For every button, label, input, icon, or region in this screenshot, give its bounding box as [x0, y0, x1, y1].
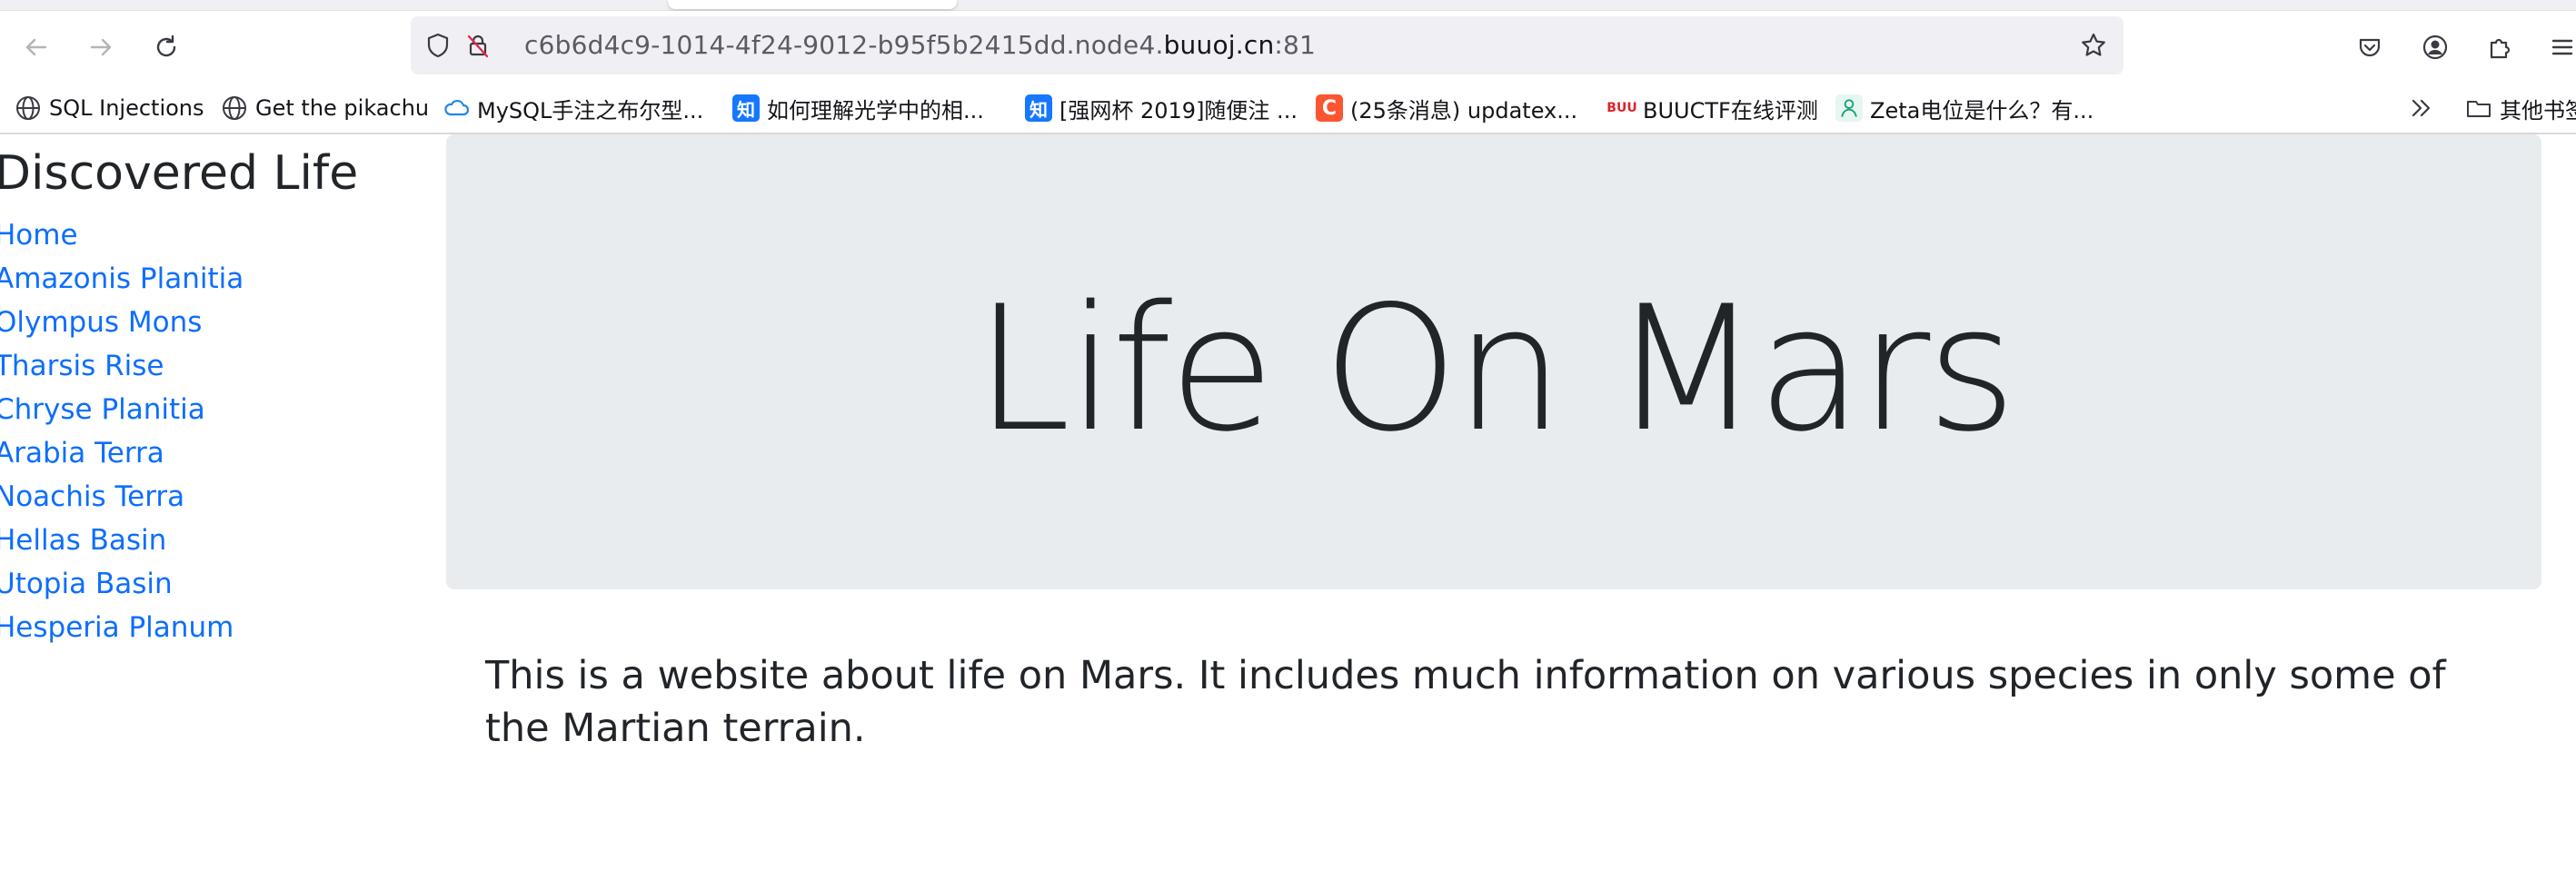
hero-banner: Life On Mars — [446, 134, 2541, 589]
browser-toolbar: c6b6d4c9-1014-4f24-9012-b95f5b2415dd.nod… — [0, 11, 2576, 84]
bookmark-item[interactable]: Get the pikachu — [221, 91, 429, 125]
reload-button[interactable] — [139, 11, 194, 84]
sidebar-item: Arabia Terra — [0, 431, 244, 475]
sidebar-link-hellas-basin[interactable]: Hellas Basin — [0, 524, 166, 557]
sidebar-item: Utopia Basin — [0, 562, 244, 606]
menu-button[interactable] — [2535, 11, 2576, 84]
sidebar-item: Hesperia Planum — [0, 606, 244, 649]
puzzle-icon — [2490, 38, 2511, 59]
bookmark-item[interactable]: 知 如何理解光学中的相... — [732, 91, 984, 125]
sidebar-link-hesperia-planum[interactable]: Hesperia Planum — [0, 611, 234, 644]
sidebar-link-arabia-terra[interactable]: Arabia Terra — [0, 437, 164, 470]
chevron-double-right-icon — [2412, 99, 2431, 117]
address-bar[interactable]: c6b6d4c9-1014-4f24-9012-b95f5b2415dd.nod… — [411, 16, 2123, 74]
bookmarks-toolbar: SQL Injections Get the pikachu MySQL手注之布… — [0, 84, 2576, 134]
intro-paragraph: This is a website about life on Mars. It… — [485, 653, 2446, 751]
bookmark-item[interactable]: Zeta电位是什么？有... — [1835, 91, 2094, 125]
sidebar-link-tharsis-rise[interactable]: Tharsis Rise — [0, 350, 164, 382]
active-tab[interactable] — [668, 0, 957, 9]
page-viewport: Discovered Life Home Amazonis Planitia O… — [0, 134, 2576, 890]
bookmark-item[interactable]: BUU BUUCTF在线评测 — [1606, 91, 1818, 125]
bookmark-item[interactable]: C (25条消息) updatex... — [1316, 91, 1577, 125]
folder-icon — [2465, 94, 2492, 122]
bookmark-item[interactable]: 知 [强网杯 2019]随便注 ... — [1025, 91, 1298, 125]
zeta-icon — [1835, 94, 1863, 122]
sidebar-item: Amazonis Planitia — [0, 257, 244, 301]
sidebar-title: Discovered Life — [0, 146, 359, 201]
hamburger-icon — [2551, 39, 2573, 55]
tab-strip — [0, 0, 2576, 11]
forward-arrow-icon — [90, 38, 112, 56]
star-bookmark-icon[interactable] — [2079, 31, 2108, 60]
reload-icon — [156, 35, 176, 57]
sidebar-link-utopia-basin[interactable]: Utopia Basin — [0, 568, 173, 600]
sidebar-item: Olympus Mons — [0, 301, 244, 344]
sidebar-item: Chryse Planitia — [0, 388, 244, 431]
globe-icon — [15, 94, 42, 122]
back-arrow-icon — [25, 38, 47, 56]
back-button[interactable] — [9, 11, 64, 84]
buuctf-icon: BUU — [1606, 101, 1637, 115]
other-bookmarks-folder[interactable]: 其他书签 — [2465, 91, 2576, 125]
bookmark-label: (25条消息) updatex... — [1350, 97, 1578, 124]
bookmark-label: SQL Injections — [49, 95, 204, 121]
sidebar-link-home[interactable]: Home — [0, 219, 78, 252]
bookmark-label: BUUCTF在线评测 — [1643, 97, 1818, 124]
cloud-icon — [443, 94, 470, 122]
pocket-icon — [2359, 38, 2381, 57]
sidebar-link-noachis-terra[interactable]: Noachis Terra — [0, 480, 184, 513]
csdn-icon: C — [1316, 94, 1343, 122]
bookmark-label: Zeta电位是什么？有... — [1870, 97, 2094, 124]
bookmark-label: MySQL手注之布尔型... — [477, 97, 704, 124]
sidebar-item: Tharsis Rise — [0, 344, 244, 388]
zhihu-icon: 知 — [732, 94, 760, 122]
bookmark-label: Get the pikachu — [255, 95, 430, 121]
zhihu-icon: 知 — [1025, 94, 1052, 122]
sidebar-link-amazonis-planitia[interactable]: Amazonis Planitia — [0, 262, 244, 295]
more-bookmarks-button[interactable] — [2408, 91, 2435, 125]
bookmark-label: [强网杯 2019]随便注 ... — [1059, 97, 1298, 124]
account-button[interactable] — [2408, 11, 2462, 84]
bookmark-item[interactable]: SQL Injections — [15, 91, 204, 125]
shield-icon[interactable] — [423, 31, 453, 60]
url-prefix: c6b6d4c9-1014-4f24-9012-b95f5b2415dd.nod… — [524, 30, 1164, 60]
insecure-lock-icon[interactable] — [463, 31, 492, 60]
sidebar-item: Noachis Terra — [0, 475, 244, 519]
bookmark-label: 如何理解光学中的相... — [767, 97, 984, 124]
account-icon — [2422, 35, 2448, 60]
forward-button[interactable] — [74, 11, 128, 84]
globe-icon — [221, 94, 248, 122]
url-text[interactable]: c6b6d4c9-1014-4f24-9012-b95f5b2415dd.nod… — [524, 28, 1316, 63]
url-port: :81 — [1274, 30, 1317, 60]
sidebar-links: Home Amazonis Planitia Olympus Mons Thar… — [0, 213, 244, 649]
extensions-button[interactable] — [2472, 11, 2527, 84]
page-title: Life On Mars — [974, 268, 2017, 470]
sidebar-item: Hellas Basin — [0, 519, 244, 562]
bookmark-item[interactable]: MySQL手注之布尔型... — [443, 91, 703, 125]
pocket-button[interactable] — [2342, 11, 2397, 84]
sidebar-item: Home — [0, 213, 244, 257]
sidebar-link-chryse-planitia[interactable]: Chryse Planitia — [0, 393, 205, 426]
url-domain: buuoj.cn — [1163, 30, 1275, 60]
sidebar-link-olympus-mons[interactable]: Olympus Mons — [0, 306, 202, 339]
bookmark-label: 其他书签 — [2500, 97, 2576, 124]
